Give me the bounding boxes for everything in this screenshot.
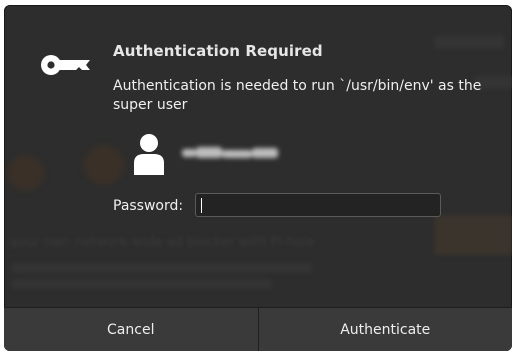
dialog-button-bar: Cancel Authenticate	[4, 307, 512, 351]
text-cursor	[201, 198, 202, 213]
background-blur	[8, 155, 44, 191]
password-input[interactable]	[195, 193, 441, 217]
authentication-dialog: -your own network-wide ad blocker with P…	[4, 5, 512, 351]
authenticate-button[interactable]: Authenticate	[259, 308, 513, 351]
dialog-message: Authentication is needed to run `/usr/bi…	[113, 78, 482, 113]
background-blur	[12, 263, 312, 273]
cancel-button[interactable]: Cancel	[4, 308, 258, 351]
background-blur	[12, 279, 272, 289]
user-avatar-icon	[134, 134, 164, 175]
key-icon	[41, 55, 90, 75]
background-blur	[434, 35, 504, 49]
background-blur	[84, 145, 124, 185]
password-label: Password:	[113, 198, 184, 214]
dialog-title: Authentication Required	[113, 42, 323, 60]
username-redacted	[182, 146, 278, 160]
background-blur	[434, 215, 512, 255]
background-headline: -your own network-wide ad blocker with P…	[6, 235, 315, 250]
